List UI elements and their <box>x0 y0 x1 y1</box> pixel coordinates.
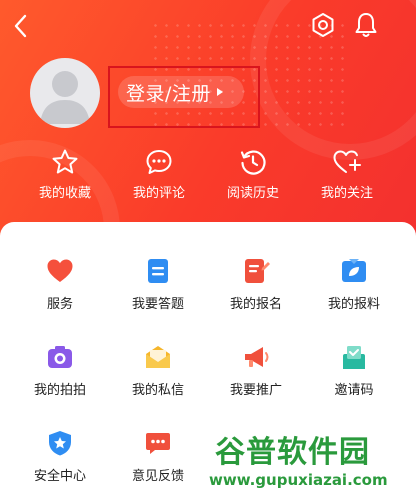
profile-header: 登录/注册 我的收藏 我的评论 阅读历史 我的关注 <box>0 0 416 250</box>
quick-actions: 我的收藏 我的评论 阅读历史 我的关注 <box>0 148 416 208</box>
star-icon <box>52 149 78 174</box>
grid-item-report[interactable]: 我的报料 <box>302 256 406 312</box>
login-register-button[interactable]: 登录/注册 <box>118 76 244 108</box>
feedback-icon <box>146 433 170 454</box>
list-icon <box>148 259 168 283</box>
grid-label: 意见反馈 <box>131 469 184 484</box>
bell-icon[interactable] <box>353 11 379 39</box>
grid-label: 服务 <box>46 297 73 312</box>
leaf-icon <box>342 259 366 282</box>
mail-icon <box>146 346 170 368</box>
shield-icon <box>49 431 71 456</box>
grid-label: 我的私信 <box>131 383 184 398</box>
heart-icon <box>47 259 73 282</box>
quick-label: 我的评论 <box>132 186 185 201</box>
grid-item-messages[interactable]: 我的私信 <box>106 342 210 398</box>
quick-follow[interactable]: 我的关注 <box>302 148 392 201</box>
grid-item-security[interactable]: 安全中心 <box>8 428 112 484</box>
quick-favorites[interactable]: 我的收藏 <box>20 148 110 201</box>
gear-icon[interactable] <box>310 12 336 38</box>
quick-label: 我的关注 <box>320 186 373 201</box>
default-user-icon <box>40 71 90 124</box>
grid-item-service[interactable]: 服务 <box>8 256 112 312</box>
grid-item-invite[interactable]: 邀请码 <box>302 342 406 398</box>
history-icon <box>240 150 266 175</box>
invite-icon <box>343 346 365 369</box>
grid-label: 我的拍拍 <box>33 383 86 398</box>
site-watermark: 谷普软件园 www.gupuxiazai.com <box>205 425 416 499</box>
quick-history[interactable]: 阅读历史 <box>208 148 298 201</box>
grid-label: 我的报料 <box>327 297 380 312</box>
quick-label: 我的收藏 <box>38 186 91 201</box>
watermark-title: 谷普软件园 <box>215 435 370 470</box>
chevron-left-icon[interactable] <box>10 12 32 40</box>
quick-comments[interactable]: 我的评论 <box>114 148 204 201</box>
login-register-label: 登录/注册 <box>126 82 211 105</box>
grid-item-quiz[interactable]: 我要答题 <box>106 256 210 312</box>
quick-label: 阅读历史 <box>226 186 279 201</box>
grid-item-promote[interactable]: 我要推广 <box>204 342 308 398</box>
grid-label: 邀请码 <box>334 383 374 398</box>
grid-label: 我要推广 <box>229 383 282 398</box>
top-bar <box>0 0 416 50</box>
grid-item-registration[interactable]: 我的报名 <box>204 256 308 312</box>
heart-plus-icon <box>333 150 361 173</box>
avatar[interactable] <box>30 58 100 128</box>
form-edit-icon <box>245 259 270 283</box>
grid-label: 安全中心 <box>33 469 86 484</box>
grid-item-feedback[interactable]: 意见反馈 <box>106 428 210 484</box>
camera-icon <box>48 346 72 368</box>
comment-icon <box>146 150 172 174</box>
grid-label: 我的报名 <box>229 297 282 312</box>
grid-item-photos[interactable]: 我的拍拍 <box>8 342 112 398</box>
caret-right-icon <box>216 88 223 96</box>
watermark-url: www.gupuxiazai.com <box>209 471 388 489</box>
megaphone-icon <box>245 347 269 367</box>
grid-label: 我要答题 <box>131 297 184 312</box>
